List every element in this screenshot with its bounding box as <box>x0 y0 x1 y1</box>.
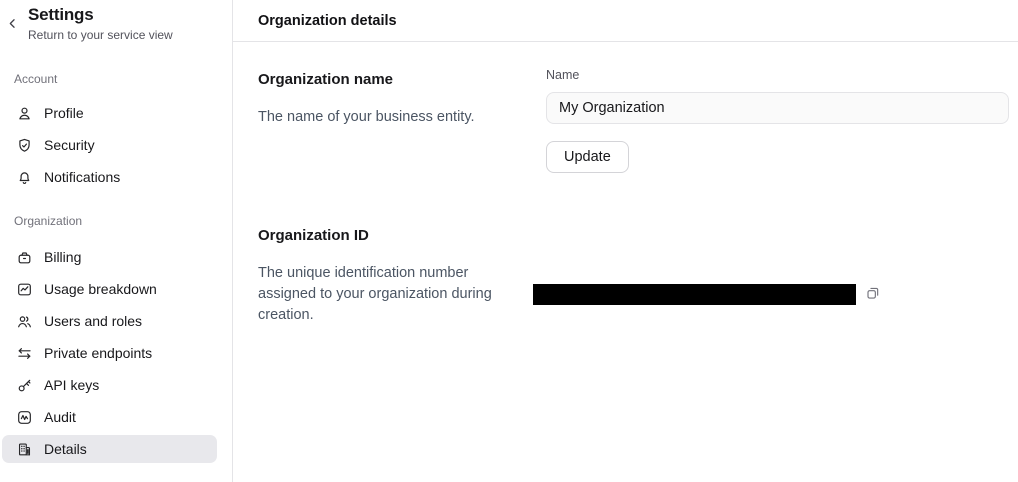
organization-id-info: Organization ID The unique identificatio… <box>258 226 546 326</box>
building-icon <box>16 441 33 458</box>
sidebar-item-api-keys[interactable]: API keys <box>2 371 217 399</box>
name-input[interactable] <box>546 92 1009 124</box>
sidebar-title: Settings <box>28 4 220 25</box>
sidebar-item-details[interactable]: Details <box>2 435 217 463</box>
organization-id-value-row <box>533 226 1009 326</box>
bell-icon <box>16 169 33 186</box>
sidebar-item-label: Security <box>44 137 95 153</box>
sidebar-header: Settings Return to your service view <box>0 4 232 43</box>
sidebar-item-label: Profile <box>44 105 84 121</box>
sidebar-subtitle: Return to your service view <box>28 28 220 43</box>
sidebar-item-label: Details <box>44 441 87 457</box>
sidebar-item-audit[interactable]: Audit <box>2 403 217 431</box>
main-panel: Organization details Organization name T… <box>233 0 1018 482</box>
organization-name-description: The name of your business entity. <box>258 107 514 128</box>
sidebar-item-users-and-roles[interactable]: Users and roles <box>2 307 217 335</box>
activity-frame-icon <box>16 409 33 426</box>
sidebar-item-usage-breakdown[interactable]: Usage breakdown <box>2 275 217 303</box>
sidebar-item-profile[interactable]: Profile <box>2 99 217 127</box>
chart-frame-icon <box>16 281 33 298</box>
main-content: Organization name The name of your busin… <box>233 42 1018 326</box>
sidebar-item-label: Private endpoints <box>44 345 152 361</box>
key-icon <box>16 377 33 394</box>
users-icon <box>16 313 33 330</box>
sidebar-item-label: Users and roles <box>44 313 142 329</box>
organization-name-section: Organization name The name of your busin… <box>258 70 1009 173</box>
section-label-organization: Organization <box>14 214 232 228</box>
main-header: Organization details <box>233 0 1018 42</box>
settings-app: Settings Return to your service view Acc… <box>0 0 1018 482</box>
organization-name-form: Name Update <box>546 70 1009 173</box>
organization-id-section: Organization ID The unique identificatio… <box>258 226 1009 326</box>
page-title: Organization details <box>258 13 397 29</box>
sidebar-item-label: Audit <box>44 409 76 425</box>
purse-icon <box>16 249 33 266</box>
name-field-label: Name <box>546 68 1009 83</box>
organization-id-title: Organization ID <box>258 226 546 246</box>
sidebar-item-label: Notifications <box>44 169 120 185</box>
organization-id-redacted-value <box>533 284 856 305</box>
back-button[interactable] <box>2 15 22 35</box>
sidebar-item-notifications[interactable]: Notifications <box>2 163 217 191</box>
organization-name-info: Organization name The name of your busin… <box>258 70 546 173</box>
swap-arrows-icon <box>16 345 33 362</box>
sidebar-item-label: Usage breakdown <box>44 281 157 297</box>
chevron-left-icon <box>5 16 20 34</box>
section-label-account: Account <box>14 72 232 86</box>
shield-check-icon <box>16 137 33 154</box>
sidebar-item-billing[interactable]: Billing <box>2 243 217 271</box>
copy-button[interactable] <box>864 286 881 303</box>
sidebar-item-label: API keys <box>44 377 99 393</box>
sidebar-item-label: Billing <box>44 249 81 265</box>
organization-id-description: The unique identification number assigne… <box>258 263 514 326</box>
update-button[interactable]: Update <box>546 141 629 173</box>
sidebar-item-security[interactable]: Security <box>2 131 217 159</box>
organization-name-title: Organization name <box>258 70 546 90</box>
sidebar-item-private-endpoints[interactable]: Private endpoints <box>2 339 217 367</box>
organization-nav: Billing Usage breakdown Users and roles … <box>0 243 232 463</box>
settings-sidebar: Settings Return to your service view Acc… <box>0 0 233 482</box>
copy-icon <box>865 285 881 304</box>
account-nav: Profile Security Notifications <box>0 99 232 191</box>
user-icon <box>16 105 33 122</box>
